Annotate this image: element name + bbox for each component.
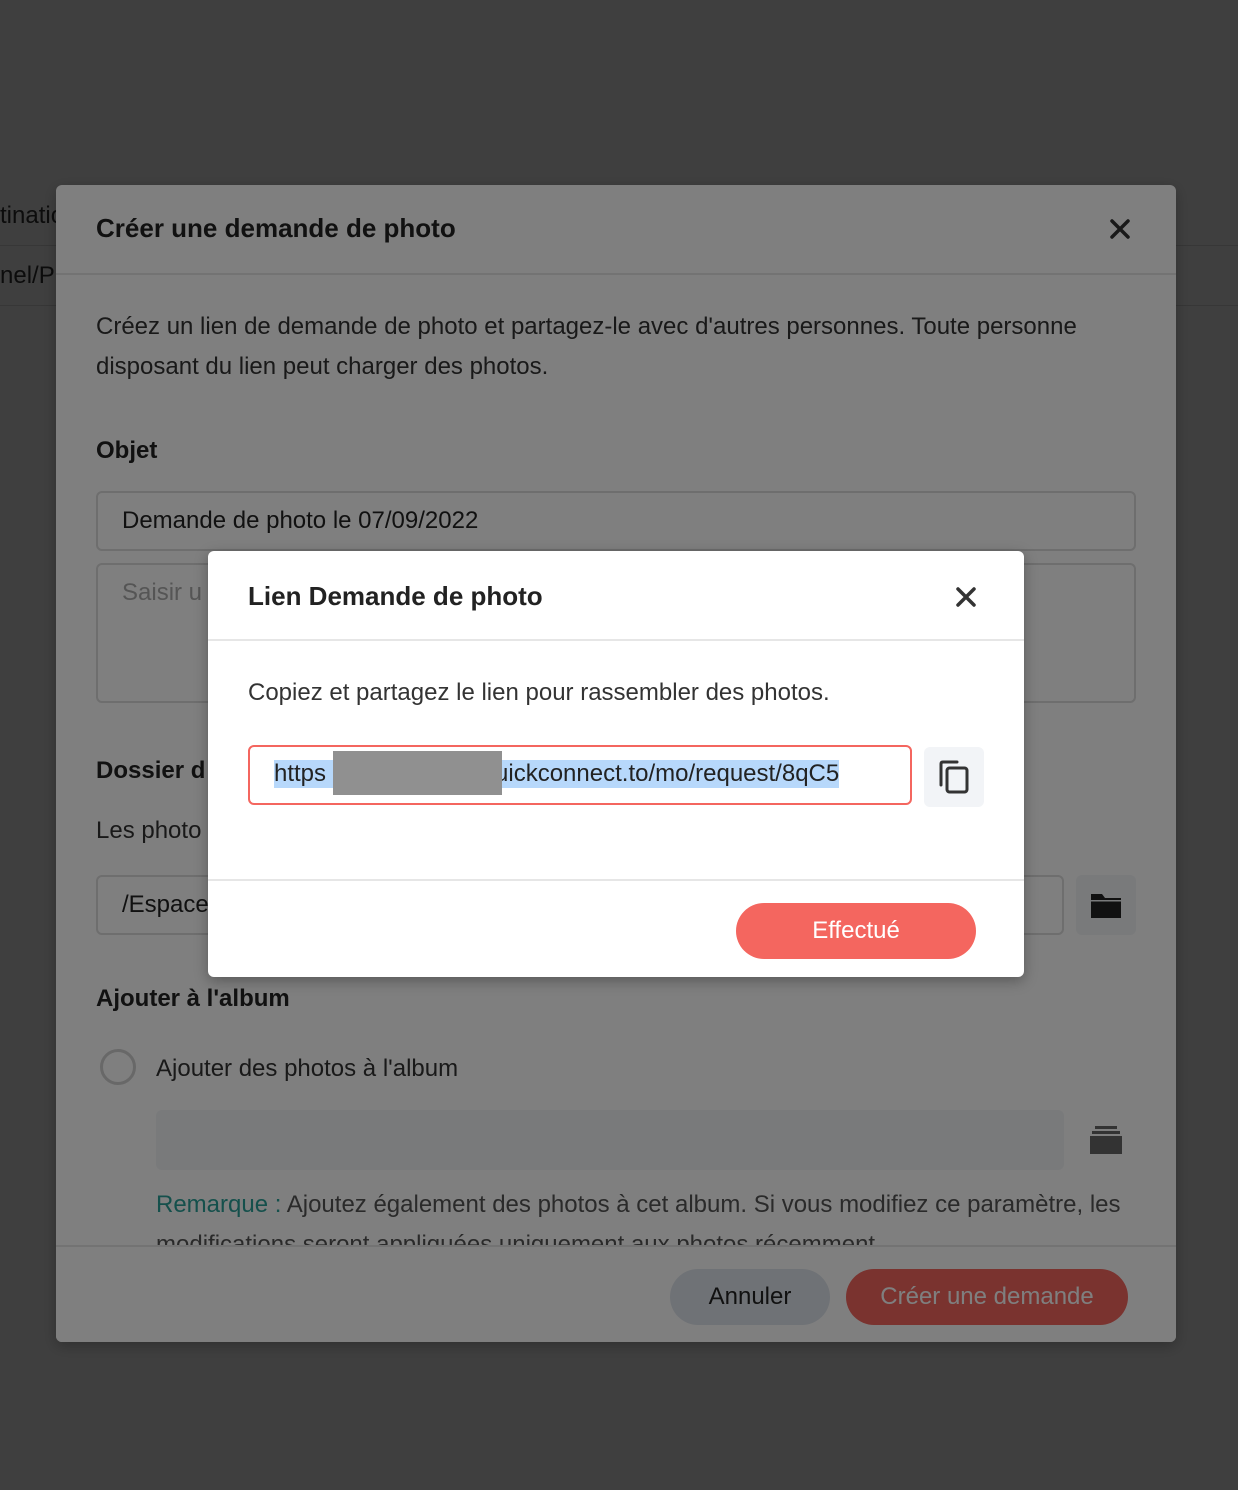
photo-request-link-dialog: Lien Demande de photo Copiez et partagez…: [208, 551, 1024, 977]
link-dialog-footer: Effectué: [208, 879, 1024, 977]
close-icon[interactable]: [948, 579, 984, 615]
redacted-block: [333, 751, 502, 795]
link-input[interactable]: https uickconnect.to/mo/request/8qC5: [248, 745, 912, 805]
copy-icon: [939, 760, 969, 794]
link-prefix: https: [274, 760, 327, 787]
link-dialog-description: Copiez et partagez le lien pour rassembl…: [248, 679, 830, 706]
link-dialog-header: Lien Demande de photo: [208, 551, 1024, 641]
done-button[interactable]: Effectué: [736, 903, 976, 959]
link-suffix: uickconnect.to/mo/request/8qC5: [495, 760, 840, 787]
copy-link-button[interactable]: [924, 747, 984, 807]
link-dialog-title: Lien Demande de photo: [248, 581, 543, 611]
